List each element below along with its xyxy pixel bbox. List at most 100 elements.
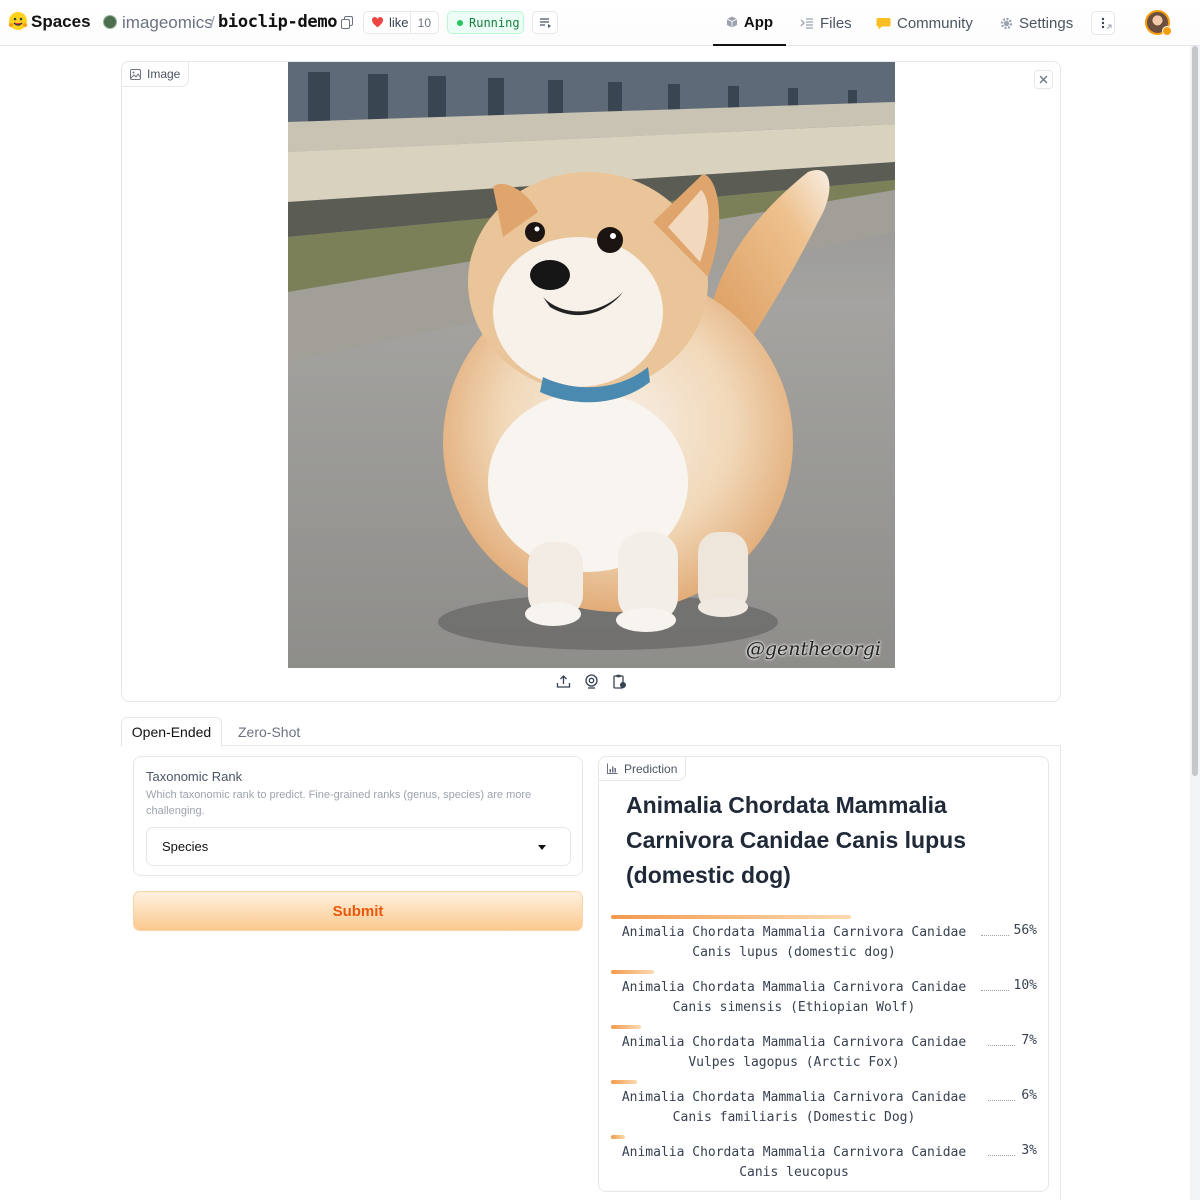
nav-tab-community[interactable]: Community [876, 0, 973, 46]
vertical-dots-icon [1101, 17, 1112, 30]
path-separator: / [210, 13, 215, 32]
status-dot-icon [457, 19, 463, 26]
mode-tabs: Open-Ended Zero-Shot [121, 717, 1061, 747]
confidence-percent: 56% [1013, 923, 1037, 938]
confidence-leader-dots [988, 1045, 1015, 1046]
confidence-row: Animalia Chordata Mammalia Carnivora Can… [611, 1025, 1037, 1075]
confidence-label-line1: Animalia Chordata Mammalia Carnivora Can… [621, 980, 967, 995]
tab-open-ended[interactable]: Open-Ended [121, 717, 222, 747]
user-avatar[interactable] [1145, 10, 1172, 36]
confidence-bar [611, 915, 851, 919]
image-source-toolbar [556, 674, 627, 689]
taxonomic-rank-block: Taxonomic Rank Which taxonomic rank to p… [133, 756, 583, 876]
confidence-label-line1: Animalia Chordata Mammalia Carnivora Can… [621, 1145, 967, 1160]
chevron-down-icon [538, 845, 546, 850]
copy-icon[interactable] [341, 16, 353, 29]
taxonomic-rank-dropdown[interactable]: Species [146, 827, 571, 866]
confidence-percent: 3% [1021, 1143, 1037, 1158]
nav-tab-app[interactable]: App [713, 0, 786, 46]
confidence-label-line1: Animalia Chordata Mammalia Carnivora Can… [621, 1035, 967, 1050]
prediction-block-label: Prediction [599, 757, 687, 781]
confidence-leader-dots [981, 935, 1009, 936]
like-label: like [389, 15, 409, 30]
confidence-leader-dots [988, 1155, 1015, 1156]
hugging-face-logo-icon[interactable] [8, 11, 28, 31]
image-block-label: Image [122, 62, 190, 87]
image-icon [130, 68, 141, 80]
confidence-row: Animalia Chordata Mammalia Carnivora Can… [611, 915, 1037, 965]
nav-tab-files[interactable]: Files [800, 0, 852, 46]
confidence-row: Animalia Chordata Mammalia Carnivora Can… [611, 970, 1037, 1020]
corgi-photo-illustration [288, 62, 895, 668]
org-link[interactable]: imageomics [122, 13, 213, 33]
like-button[interactable]: like 10 [363, 11, 439, 34]
bar-chart-icon [607, 763, 618, 774]
image-block-label-text: Image [147, 67, 181, 81]
scrollbar-thumb[interactable] [1192, 46, 1198, 776]
confidence-label: Animalia Chordata Mammalia Carnivora Can… [611, 1033, 977, 1073]
confidence-percent: 7% [1021, 1033, 1037, 1048]
nav-tab-files-label: Files [820, 14, 852, 32]
confidence-label-line1: Animalia Chordata Mammalia Carnivora Can… [621, 925, 967, 940]
top-header: Spaces imageomics / bioclip-demo like 10… [0, 0, 1200, 46]
spaces-brand-link[interactable]: Spaces [31, 12, 91, 32]
confidence-bar [611, 1135, 625, 1139]
confidence-label-line2: Vulpes lagopus (Arctic Fox) [688, 1055, 900, 1070]
more-options-button[interactable] [1091, 11, 1115, 35]
nav-tab-app-label: App [743, 13, 774, 31]
confidence-percent: 6% [1021, 1088, 1037, 1103]
tab-panel-border [1060, 746, 1061, 1200]
upload-source-button[interactable] [556, 674, 571, 689]
confidence-label-line2: Canis simensis (Ethiopian Wolf) [672, 1000, 916, 1015]
like-count[interactable]: 10 [409, 12, 438, 33]
org-avatar-icon [103, 15, 117, 29]
confidence-label-line2: Canis lupus (domestic dog) [692, 945, 896, 960]
nav-tab-community-label: Community [897, 14, 973, 32]
status-text: Running [469, 15, 520, 30]
confidence-label: Animalia Chordata Mammalia Carnivora Can… [611, 978, 977, 1018]
tab-zero-shot[interactable]: Zero-Shot [238, 717, 300, 747]
confidence-label: Animalia Chordata Mammalia Carnivora Can… [611, 923, 977, 963]
taxonomic-rank-title: Taxonomic Rank [146, 769, 243, 784]
page-scrollbar[interactable] [1190, 46, 1200, 1200]
confidence-bar [611, 970, 654, 974]
confidence-leader-dots [988, 1100, 1015, 1101]
nav-tab-settings-label: Settings [1019, 14, 1074, 32]
submit-button[interactable]: Submit [133, 891, 583, 931]
clear-image-button[interactable] [1034, 70, 1053, 89]
confidence-label-line2: Canis familiaris (Domestic Dog) [672, 1110, 916, 1125]
confidence-percent: 10% [1013, 978, 1037, 993]
prediction-block-label-text: Prediction [624, 761, 678, 776]
top-prediction-label: Animalia Chordata Mammalia Carnivora Can… [626, 792, 966, 888]
confidence-row: Animalia Chordata Mammalia Carnivora Can… [611, 1080, 1037, 1130]
heart-icon [372, 17, 383, 28]
confidence-bar [611, 1025, 641, 1029]
confidence-label: Animalia Chordata Mammalia Carnivora Can… [611, 1143, 977, 1183]
confidence-label: Animalia Chordata Mammalia Carnivora Can… [611, 1088, 977, 1128]
confidence-bar [611, 1080, 637, 1084]
webcam-source-button[interactable] [584, 674, 599, 689]
confidence-label-line2: Canis leucopus [739, 1165, 849, 1180]
taxonomic-rank-info: Which taxonomic rank to predict. Fine-gr… [146, 789, 532, 817]
dropdown-selected-value: Species [162, 839, 209, 854]
webcam-icon [585, 674, 598, 689]
image-input-panel: @genthecorgi Image [121, 61, 1061, 702]
status-badge[interactable]: Running [447, 11, 524, 34]
community-icon [876, 17, 891, 29]
nav-tab-settings[interactable]: Settings [1000, 0, 1073, 46]
cube-icon [726, 16, 738, 28]
clipboard-icon [613, 674, 626, 689]
clipboard-source-button[interactable] [612, 674, 627, 689]
confidence-row: Animalia Chordata Mammalia Carnivora Can… [611, 1135, 1037, 1185]
uploaded-image[interactable]: @genthecorgi [288, 62, 895, 668]
prediction-panel: Prediction Animalia Chordata Mammalia Ca… [598, 756, 1049, 1192]
gear-icon [1000, 17, 1013, 29]
confidence-label-line1: Animalia Chordata Mammalia Carnivora Can… [621, 1090, 967, 1105]
logs-button[interactable] [532, 11, 558, 34]
photo-watermark: @genthecorgi [745, 638, 881, 660]
logs-icon [540, 18, 551, 28]
close-icon [1039, 75, 1048, 84]
confidence-leader-dots [981, 990, 1009, 991]
upload-icon [556, 675, 571, 688]
repo-name-link[interactable]: bioclip-demo [218, 12, 338, 32]
